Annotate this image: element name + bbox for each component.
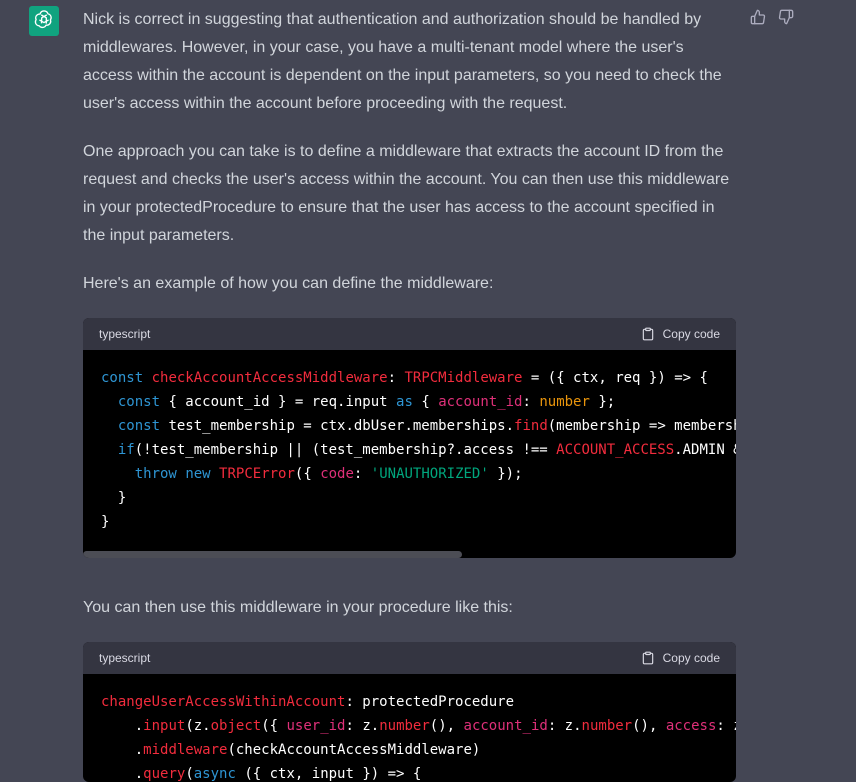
code-language-label: typescript bbox=[99, 327, 151, 341]
copy-code-label: Copy code bbox=[662, 651, 720, 665]
code-block-header: typescript Copy code bbox=[83, 318, 736, 350]
clipboard-icon bbox=[641, 651, 655, 665]
assistant-avatar bbox=[29, 6, 59, 36]
copy-code-button[interactable]: Copy code bbox=[641, 327, 720, 341]
feedback-buttons bbox=[750, 9, 794, 25]
code-block: typescript Copy code const checkAccountA… bbox=[83, 318, 736, 558]
message-paragraph: One approach you can take is to define a… bbox=[83, 143, 730, 244]
copy-code-button[interactable]: Copy code bbox=[641, 651, 720, 665]
message-paragraph: Here's an example of how you can define … bbox=[83, 275, 494, 292]
copy-code-label: Copy code bbox=[662, 327, 720, 341]
thumbs-up-icon[interactable] bbox=[750, 9, 766, 25]
message-paragraph: Nick is correct in suggesting that authe… bbox=[83, 11, 722, 112]
message-paragraph: You can then use this middleware in your… bbox=[83, 599, 513, 616]
code-content: const checkAccountAccessMiddleware: TRPC… bbox=[83, 350, 736, 548]
code-language-label: typescript bbox=[99, 651, 151, 665]
code-line: .query(async ({ ctx, input }) => { bbox=[101, 766, 422, 782]
clipboard-icon bbox=[641, 327, 655, 341]
code-line: .middleware(checkAccountAccessMiddleware… bbox=[101, 742, 481, 758]
openai-logo-icon bbox=[33, 8, 55, 35]
code-line: .input(z.object({ user_id: z.number(), a… bbox=[101, 718, 736, 734]
code-block: typescript Copy code changeUserAccessWit… bbox=[83, 642, 736, 782]
code-line: if(!test_membership || (test_membership?… bbox=[117, 442, 736, 458]
assistant-message: Nick is correct in suggesting that authe… bbox=[83, 6, 737, 298]
thumbs-down-icon[interactable] bbox=[778, 9, 794, 25]
horizontal-scrollbar[interactable] bbox=[83, 551, 462, 558]
code-line: changeUserAccessWithinAccount: protected… bbox=[101, 694, 515, 710]
code-line: const checkAccountAccessMiddleware: TRPC… bbox=[101, 370, 708, 386]
code-line: } bbox=[101, 490, 127, 506]
code-block-header: typescript Copy code bbox=[83, 642, 736, 674]
code-line: const test_membership = ctx.dbUser.membe… bbox=[117, 418, 736, 434]
code-content: changeUserAccessWithinAccount: protected… bbox=[83, 674, 736, 782]
code-line: } bbox=[101, 514, 110, 530]
code-line: throw new TRPCError({ code: 'UNAUTHORIZE… bbox=[134, 466, 523, 482]
code-line: const { account_id } = req.input as { ac… bbox=[117, 394, 616, 410]
